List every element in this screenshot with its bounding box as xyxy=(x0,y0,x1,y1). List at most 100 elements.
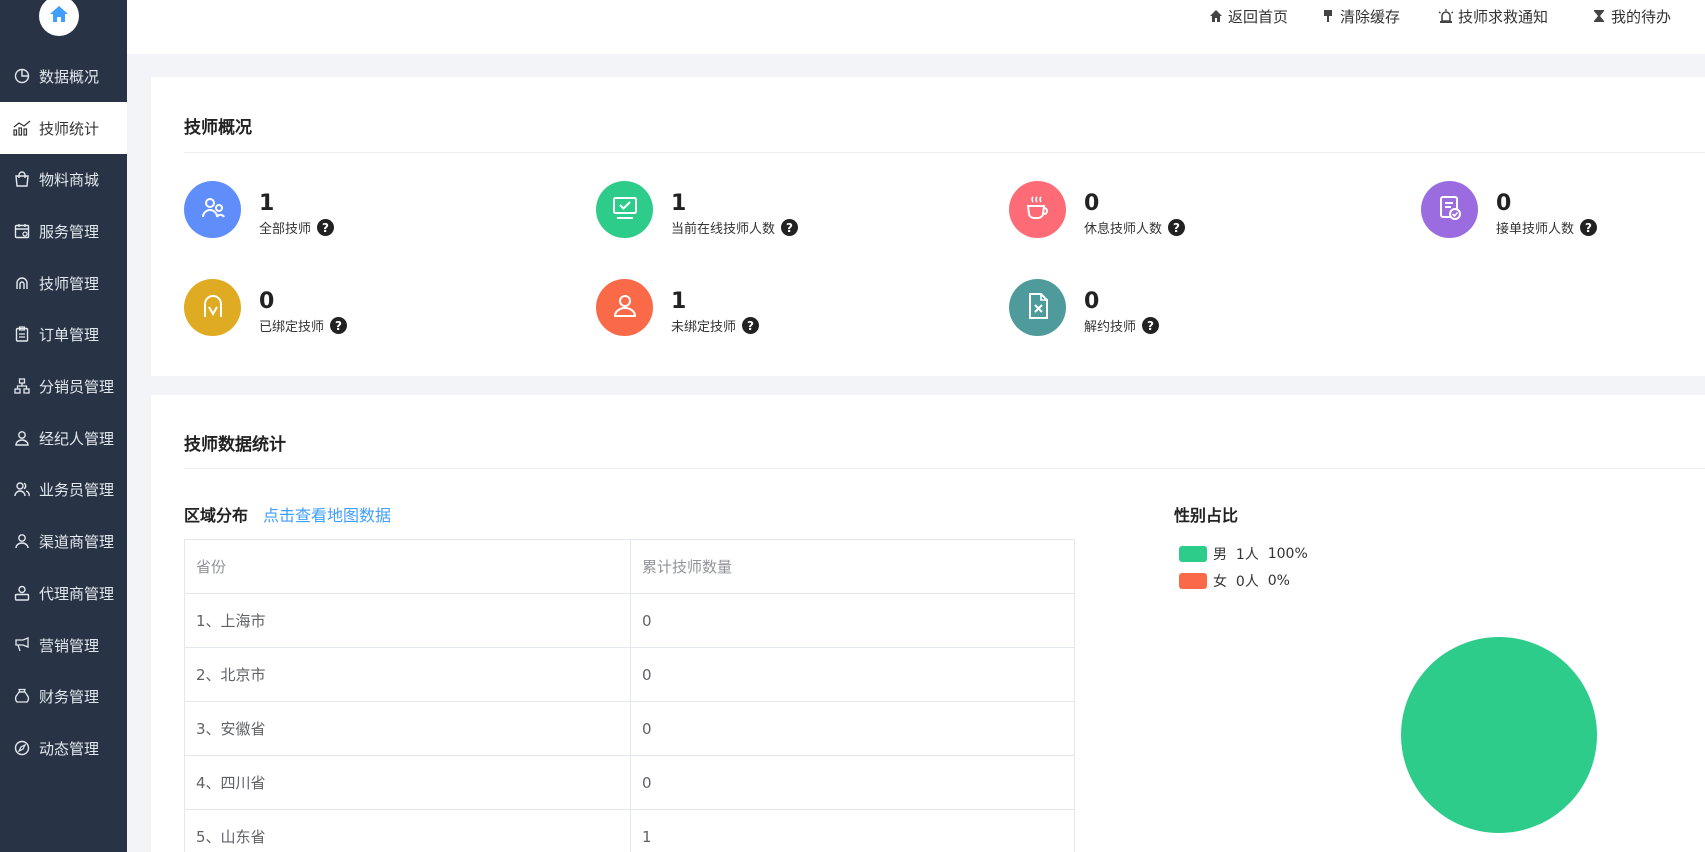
stat-label-row: 解约技师? xyxy=(1084,316,1160,335)
gender-title: 性别占比 xyxy=(1174,506,1239,525)
sidebar-item-5[interactable]: 订单管理 xyxy=(0,308,127,360)
column-header-province: 省份 xyxy=(184,539,631,594)
sidebar-item-10[interactable]: 代理商管理 xyxy=(0,567,127,619)
sidebar-item-label: 订单管理 xyxy=(39,325,100,344)
sidebar-item-label: 服务管理 xyxy=(39,222,100,241)
legend-swatch xyxy=(1179,546,1207,562)
sidebar-item-label: 营销管理 xyxy=(39,636,100,655)
brush-icon xyxy=(1320,8,1336,24)
sidebar-item-0[interactable]: 数据概况 xyxy=(0,50,127,102)
region-title: 区域分布 xyxy=(184,506,249,525)
stat-label: 全部技师 xyxy=(259,222,312,237)
legend-swatch xyxy=(1179,573,1207,589)
user-card-icon xyxy=(13,584,31,602)
stat-label: 解约技师 xyxy=(1084,320,1137,335)
money-bag-icon xyxy=(13,687,31,705)
sidebar-item-2[interactable]: 物料商城 xyxy=(0,153,127,205)
statistics-divider xyxy=(184,468,1705,469)
sidebar-item-label: 动态管理 xyxy=(39,739,100,758)
clear-cache-link[interactable]: 清除缓存 xyxy=(1320,6,1400,26)
hourglass-icon xyxy=(1591,8,1607,24)
help-icon[interactable]: ? xyxy=(317,219,335,236)
table-row: 2、北京市 0 xyxy=(184,647,1075,702)
stat-icon-circle xyxy=(1009,181,1066,238)
agent-person-icon xyxy=(13,429,31,447)
my-todo-link[interactable]: 我的待办 xyxy=(1591,6,1671,26)
count-cell: 1 xyxy=(630,809,1075,852)
column-header-count: 累计技师数量 xyxy=(630,539,1075,594)
stat-label-row: 接单技师人数? xyxy=(1496,218,1598,237)
pie-slice-0[interactable] xyxy=(1401,637,1597,833)
sidebar-item-label: 经纪人管理 xyxy=(39,429,115,448)
stat-icon-circle xyxy=(1421,181,1478,238)
top-bar: 返回首页 清除缓存 技师求救通知 我的待办 xyxy=(127,0,1705,54)
sidebar-item-8[interactable]: 业务员管理 xyxy=(0,463,127,515)
my-todo-label: 我的待办 xyxy=(1611,7,1672,26)
sidebar-item-12[interactable]: 财务管理 xyxy=(0,670,127,722)
stat-icon-circle xyxy=(596,181,653,238)
pie-chart-icon xyxy=(13,67,31,85)
megaphone-icon xyxy=(13,636,31,654)
legend-item[interactable]: 女 0人 0% xyxy=(1179,571,1290,591)
stat-label-row: 已绑定技师? xyxy=(259,316,348,335)
sos-notice-link[interactable]: 技师求救通知 xyxy=(1438,6,1548,26)
legend-percent: 100% xyxy=(1267,546,1308,562)
stat-label-row: 休息技师人数? xyxy=(1084,218,1186,237)
sidebar-item-1[interactable]: 技师统计 xyxy=(0,102,127,154)
count-cell: 0 xyxy=(630,755,1075,810)
back-home-label: 返回首页 xyxy=(1228,7,1289,26)
province-cell: 4、四川省 xyxy=(184,755,631,810)
legend-item[interactable]: 男 1人 100% xyxy=(1179,544,1308,564)
legend-name: 女 xyxy=(1213,574,1227,590)
help-icon[interactable]: ? xyxy=(781,219,799,236)
help-icon[interactable]: ? xyxy=(1168,219,1186,236)
sidebar-item-7[interactable]: 经纪人管理 xyxy=(0,412,127,464)
monitor-check-icon xyxy=(611,195,639,225)
stat-value: 1 xyxy=(671,191,687,216)
sidebar-item-6[interactable]: 分销员管理 xyxy=(0,360,127,412)
stat-label-row: 当前在线技师人数? xyxy=(671,218,799,237)
sidebar-item-13[interactable]: 动态管理 xyxy=(0,722,127,774)
table-row: 1、上海市 0 xyxy=(184,593,1075,648)
help-icon[interactable]: ? xyxy=(1142,317,1160,334)
sos-notice-label: 技师求救通知 xyxy=(1458,7,1549,26)
stat-label: 休息技师人数 xyxy=(1084,222,1163,237)
stat-value: 1 xyxy=(259,191,275,216)
sidebar-item-label: 渠道商管理 xyxy=(39,532,115,551)
help-icon[interactable]: ? xyxy=(1580,219,1598,236)
users-icon xyxy=(200,195,226,225)
help-icon[interactable]: ? xyxy=(742,317,760,334)
stat-item: 1 当前在线技师人数? xyxy=(596,181,896,239)
statistics-title: 技师数据统计 xyxy=(184,435,286,455)
table-row: 5、山东省 1 xyxy=(184,809,1075,852)
user-icon xyxy=(13,532,31,550)
stat-label: 已绑定技师 xyxy=(259,320,325,335)
province-cell: 5、山东省 xyxy=(184,809,631,852)
sidebar-item-label: 技师统计 xyxy=(39,119,100,138)
stat-label: 接单技师人数 xyxy=(1496,222,1575,237)
help-icon[interactable]: ? xyxy=(330,317,348,334)
stat-item: 1 全部技师? xyxy=(184,181,484,239)
sidebar-item-9[interactable]: 渠道商管理 xyxy=(0,515,127,567)
stat-value: 0 xyxy=(1496,191,1512,216)
table-header-row: 省份 累计技师数量 xyxy=(184,539,1075,594)
sidebar-item-4[interactable]: 技师管理 xyxy=(0,257,127,309)
logo[interactable] xyxy=(39,0,79,36)
clipboard-icon xyxy=(13,325,31,343)
stat-value: 0 xyxy=(1084,191,1100,216)
overview-divider xyxy=(184,152,1705,153)
stat-item: 0 解约技师? xyxy=(1009,279,1309,337)
sidebar-item-3[interactable]: 服务管理 xyxy=(0,205,127,257)
count-cell: 0 xyxy=(630,701,1075,756)
sidebar-item-11[interactable]: 营销管理 xyxy=(0,619,127,671)
stat-icon-circle xyxy=(596,279,653,336)
province-cell: 2、北京市 xyxy=(184,647,631,702)
legend-name: 男 xyxy=(1213,547,1227,563)
view-map-link[interactable]: 点击查看地图数据 xyxy=(263,502,391,526)
legend-count: 0人 xyxy=(1235,574,1259,590)
back-home-link[interactable]: 返回首页 xyxy=(1208,6,1288,26)
stat-value: 1 xyxy=(671,289,687,314)
stat-label-row: 全部技师? xyxy=(259,218,335,237)
region-table: 省份 累计技师数量 1、上海市 0 2、北京市 0 3、安徽省 0 4、四川省 0 5、山东省 1 xyxy=(184,539,1075,852)
org-chart-icon xyxy=(13,377,31,395)
